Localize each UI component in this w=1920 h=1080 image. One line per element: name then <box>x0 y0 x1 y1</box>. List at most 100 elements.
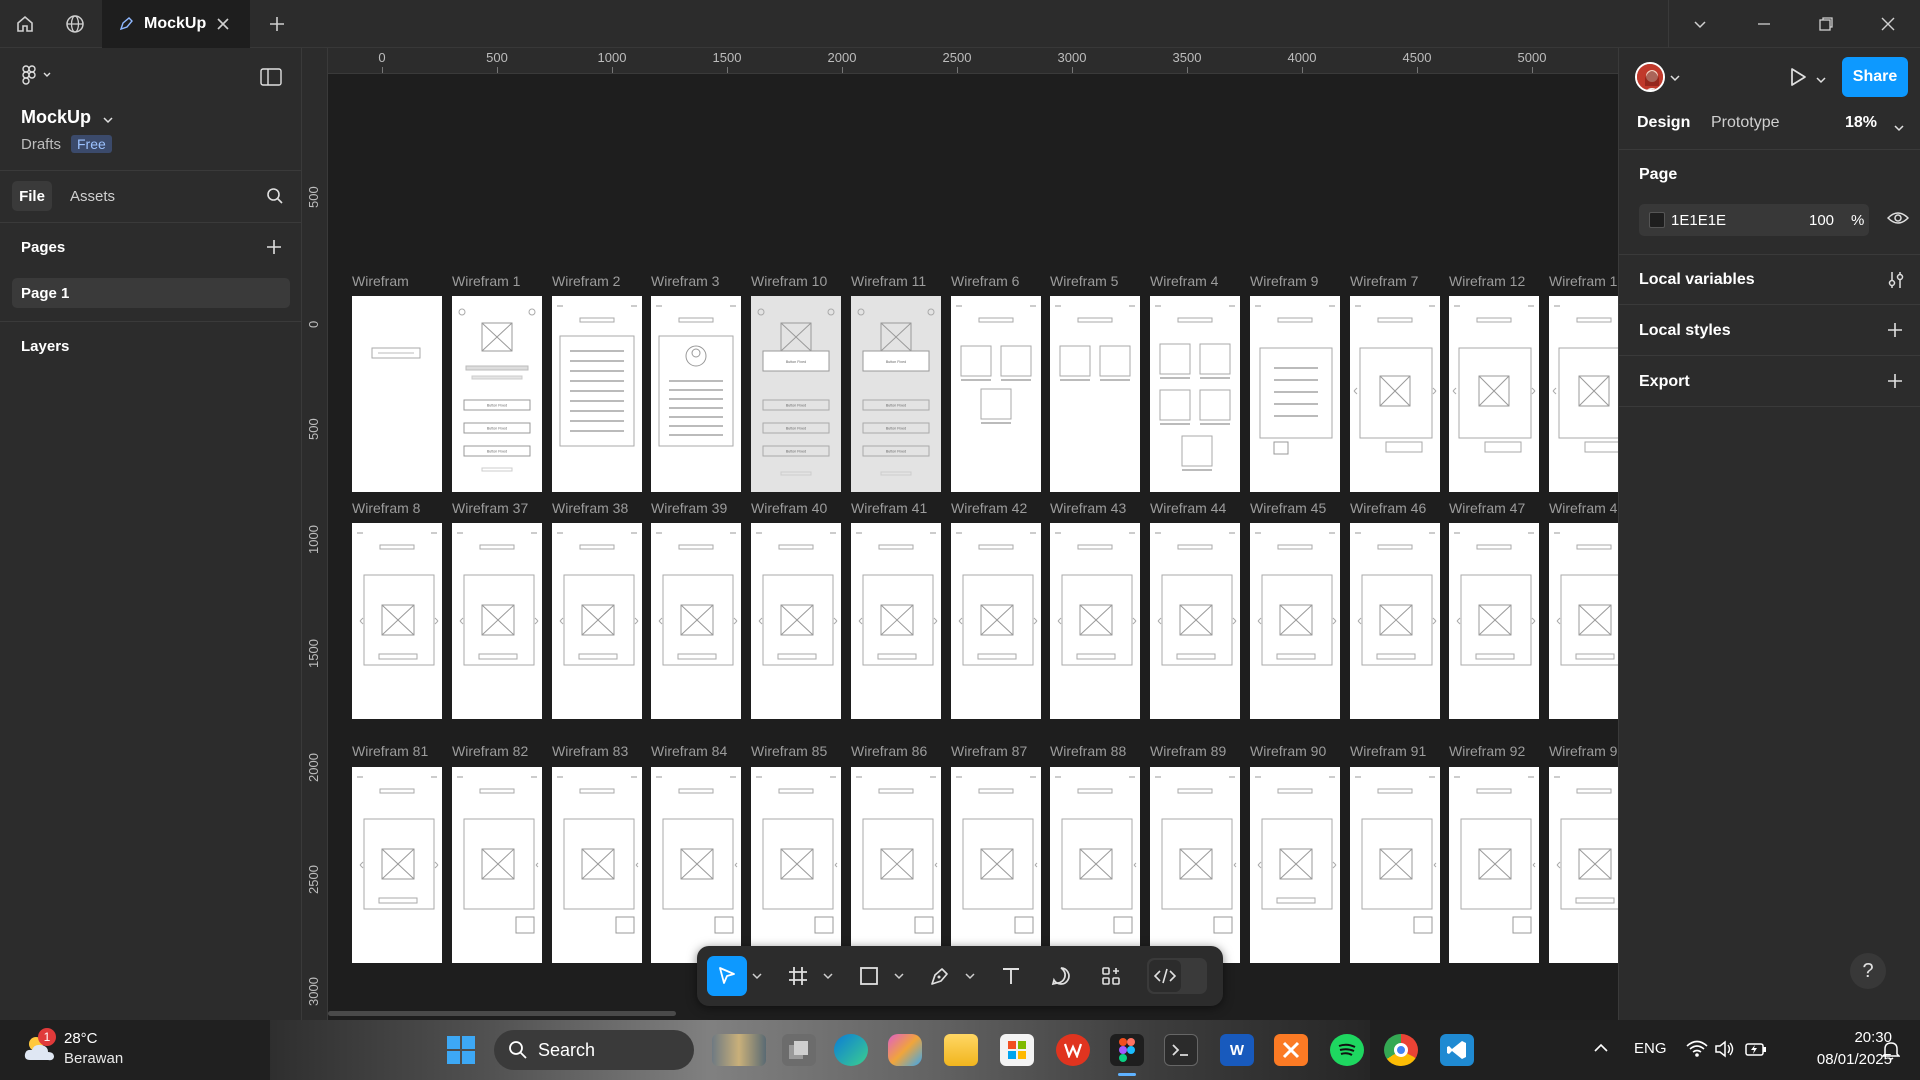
tabs-chevron-down-icon[interactable] <box>1670 0 1730 48</box>
weather-description[interactable]: Berawan <box>64 1050 123 1067</box>
wireframe-frame[interactable] <box>1549 767 1636 963</box>
present-chevron-down-icon[interactable] <box>1815 72 1827 90</box>
wireframe-frame[interactable] <box>1250 523 1340 719</box>
wireframe-frame[interactable] <box>1250 767 1340 963</box>
wireframe-frame[interactable] <box>452 767 542 963</box>
frame-label[interactable]: Wirefram 37 <box>452 500 528 516</box>
edge-browser-icon[interactable] <box>834 1034 868 1066</box>
present-play-icon[interactable] <box>1787 66 1809 93</box>
notifications-bell-icon[interactable] <box>1881 1040 1901 1065</box>
file-tab-mockup[interactable]: MockUp <box>102 0 250 48</box>
color-swatch[interactable] <box>1649 212 1665 228</box>
wireframe-frame[interactable]: Button Fixed Button Fixed Button Fixed Butt… <box>751 296 841 492</box>
frame-label[interactable]: Wirefram 88 <box>1050 743 1126 759</box>
frame-label[interactable]: Wirefram 10 <box>751 273 827 289</box>
frame-label[interactable]: Wirefram 1 <box>1549 273 1617 289</box>
project-chevron-down-icon[interactable] <box>102 112 114 130</box>
frame-label[interactable]: Wirefram 89 <box>1150 743 1226 759</box>
wireframe-frame[interactable] <box>452 523 542 719</box>
frame-label[interactable]: Wirefram 90 <box>1250 743 1326 759</box>
terminal-icon[interactable] <box>1164 1034 1198 1066</box>
restore-window-icon[interactable] <box>1796 0 1856 48</box>
share-button[interactable]: Share <box>1842 57 1908 97</box>
frame-label[interactable]: Wirefram 92 <box>1449 743 1525 759</box>
frame-label[interactable]: Wirefram 43 <box>1050 500 1126 516</box>
clock-date[interactable]: 08/01/2025 <box>1778 1051 1892 1068</box>
frame-label[interactable]: Wirefram 41 <box>851 500 927 516</box>
input-language[interactable]: ENG <box>1634 1040 1667 1057</box>
frame-label[interactable]: Wirefram 83 <box>552 743 628 759</box>
frame-tool-chevron-down-icon[interactable] <box>822 968 834 984</box>
volume-speaker-icon[interactable] <box>1714 1040 1736 1063</box>
widgets-news-icon[interactable] <box>712 1034 766 1066</box>
zoom-level[interactable]: 18% <box>1845 114 1877 132</box>
wireframe-frame[interactable] <box>1449 523 1539 719</box>
frame-label[interactable]: Wirefram 85 <box>751 743 827 759</box>
wireframe-frame[interactable] <box>1150 767 1240 963</box>
wireframe-frame[interactable] <box>1050 296 1140 492</box>
frame-label[interactable]: Wirefram 46 <box>1350 500 1426 516</box>
tab-assets[interactable]: Assets <box>70 188 115 205</box>
taskbar-search-box[interactable]: Search <box>494 1030 694 1070</box>
wireframe-frame[interactable] <box>851 523 941 719</box>
wireframe-frame[interactable] <box>1250 296 1340 492</box>
community-globe-icon[interactable] <box>50 0 100 48</box>
frame-label[interactable]: Wirefram 47 <box>1449 500 1525 516</box>
battery-charging-icon[interactable] <box>1744 1040 1768 1063</box>
frame-label[interactable]: Wirefram 2 <box>552 273 620 289</box>
spotify-icon[interactable] <box>1330 1034 1364 1066</box>
minimize-window-icon[interactable] <box>1734 0 1794 48</box>
wireframe-frame[interactable] <box>651 296 741 492</box>
wireframe-frame[interactable]: Button Fixed Button Fixed Button Fixed <box>452 296 542 492</box>
weather-temperature[interactable]: 28°C <box>64 1030 98 1047</box>
text-tool-button[interactable] <box>991 956 1031 996</box>
wireframe-frame[interactable] <box>951 296 1041 492</box>
new-tab-plus-icon[interactable] <box>252 0 302 48</box>
windows-start-icon[interactable] <box>446 1035 476 1070</box>
pen-tool-button[interactable] <box>920 956 960 996</box>
wireframe-frame[interactable] <box>651 523 741 719</box>
wireframe-frame[interactable] <box>352 523 442 719</box>
move-tool-button[interactable] <box>707 956 747 996</box>
zoom-chevron-down-icon[interactable] <box>1893 120 1905 138</box>
wireframe-frame[interactable]: Button Fixed Button Fixed Button Fixed Butt… <box>851 296 941 492</box>
frame-label[interactable]: Wirefram 40 <box>751 500 827 516</box>
word-icon[interactable]: W <box>1220 1034 1254 1066</box>
project-location[interactable]: Drafts <box>21 136 61 153</box>
frame-label[interactable]: Wirefram 44 <box>1150 500 1226 516</box>
wireframe-frame[interactable] <box>951 767 1041 963</box>
tab-file[interactable]: File <box>12 181 52 211</box>
wireframe-frame[interactable] <box>1350 767 1440 963</box>
frame-label[interactable]: Wirefram 82 <box>452 743 528 759</box>
wireframe-frame[interactable] <box>552 296 642 492</box>
search-icon[interactable] <box>266 187 284 210</box>
toggle-sidebar-icon[interactable] <box>260 68 282 91</box>
wireframe-frame[interactable] <box>751 523 841 719</box>
frame-label[interactable]: Wirefram 8 <box>352 500 420 516</box>
wireframe-frame[interactable] <box>651 767 741 963</box>
frame-label[interactable]: Wirefram 1 <box>452 273 520 289</box>
frame-label[interactable]: Wirefram 45 <box>1250 500 1326 516</box>
figma-app-icon[interactable] <box>1110 1034 1144 1066</box>
variables-sliders-icon[interactable] <box>1887 270 1905 295</box>
rectangle-tool-button[interactable] <box>849 956 889 996</box>
tab-prototype[interactable]: Prototype <box>1711 114 1779 132</box>
wireframe-frame[interactable] <box>1050 523 1140 719</box>
frame-label[interactable]: Wirefram 87 <box>951 743 1027 759</box>
wireframe-frame[interactable] <box>1549 523 1636 719</box>
main-menu-button[interactable] <box>20 64 60 91</box>
frame-label[interactable]: Wirefram 4 <box>1150 273 1218 289</box>
comment-tool-button[interactable] <box>1041 956 1081 996</box>
avatar-chevron-down-icon[interactable] <box>1669 70 1681 88</box>
wireframe-frame[interactable] <box>1350 523 1440 719</box>
help-button[interactable]: ? <box>1850 953 1886 989</box>
system-tray-chevron-up-icon[interactable] <box>1592 1041 1610 1060</box>
tab-design[interactable]: Design <box>1637 114 1690 132</box>
frame-label[interactable]: Wirefram <box>352 273 409 289</box>
page-color-hex[interactable]: 1E1E1E <box>1671 212 1726 229</box>
chrome-icon[interactable] <box>1384 1034 1418 1066</box>
page-background-color-field[interactable]: 1E1E1E 100 % <box>1639 204 1869 236</box>
wps-office-icon[interactable] <box>1056 1034 1090 1066</box>
wireframe-frame[interactable] <box>1150 296 1240 492</box>
move-tool-chevron-down-icon[interactable] <box>751 968 763 984</box>
